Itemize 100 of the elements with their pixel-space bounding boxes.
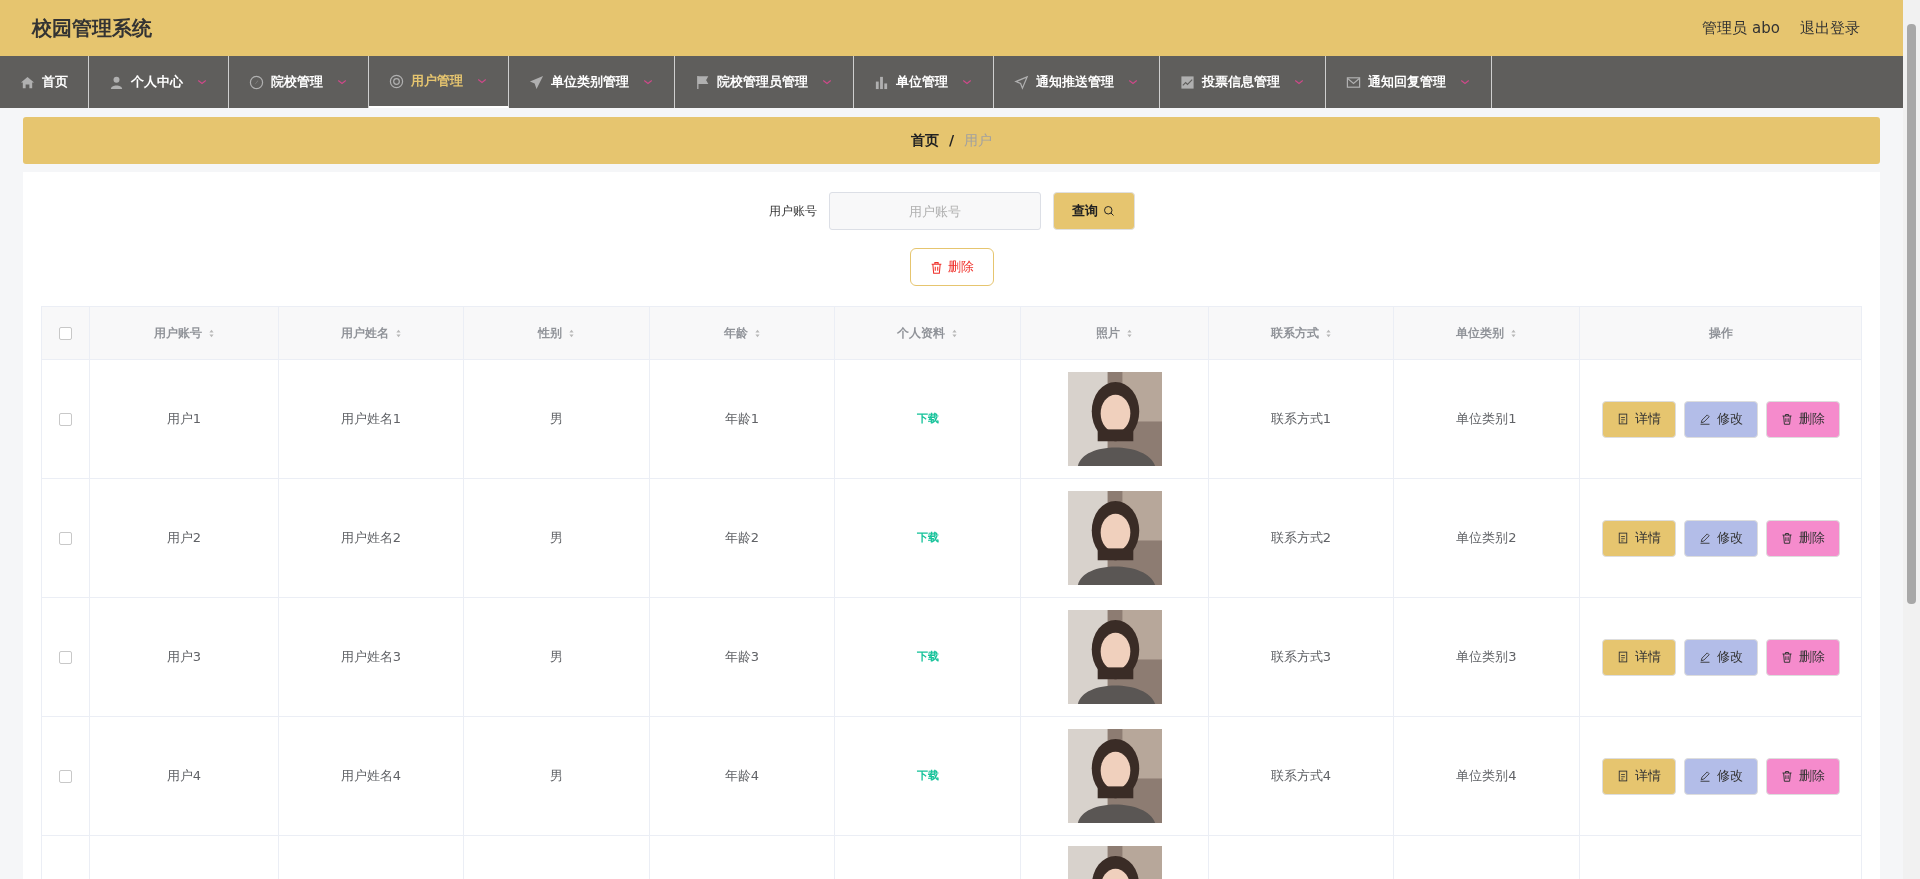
- trash-icon: [1780, 532, 1793, 544]
- compass-icon: [249, 74, 264, 90]
- person-icon: [109, 74, 124, 90]
- delete-button[interactable]: 删除: [1765, 757, 1840, 795]
- table-cell-text: 年龄1: [724, 410, 760, 429]
- table-cell-text: 男: [550, 648, 563, 667]
- sort-icon: [1126, 327, 1133, 339]
- sort-icon: [207, 327, 215, 339]
- sort-icon: [753, 327, 761, 339]
- checkbox[interactable]: [59, 531, 72, 545]
- column-header: 联系方式: [1270, 325, 1319, 342]
- detail-button[interactable]: 详情: [1601, 638, 1676, 676]
- nav-tab[interactable]: 通知回复管理: [1326, 56, 1492, 108]
- column-header: 操作: [1708, 325, 1733, 342]
- table-cell-text: 用户3: [166, 648, 202, 667]
- detail-button[interactable]: 详情: [1601, 519, 1676, 557]
- paper-plane-icon: [529, 74, 544, 90]
- table-cell-text: 用户姓名3: [340, 648, 402, 667]
- breadcrumb-item[interactable]: 首页: [910, 130, 939, 151]
- document-icon: [1616, 413, 1629, 425]
- column-header: 年龄: [723, 325, 748, 342]
- lifebuoy-icon: [389, 73, 404, 89]
- navigation-arrow-icon: [1014, 74, 1029, 90]
- scrollbar-thumb[interactable]: [1907, 24, 1916, 604]
- table-cell-text: 男: [550, 410, 563, 429]
- nav-tab[interactable]: 投票信息管理: [1160, 56, 1326, 108]
- table-cell-text: 用户姓名2: [340, 529, 402, 548]
- nav-tab[interactable]: 院校管理员管理: [675, 56, 854, 108]
- table-cell-text: 年龄2: [724, 529, 760, 548]
- edit-button[interactable]: 修改: [1683, 400, 1758, 438]
- delete-button[interactable]: 删除: [1765, 638, 1840, 676]
- nav-tab[interactable]: 用户管理: [369, 56, 509, 108]
- trash-icon: [1780, 651, 1793, 663]
- delete-button[interactable]: 删除: [1765, 400, 1840, 438]
- nav-tab[interactable]: 通知推送管理: [994, 56, 1160, 108]
- detail-button[interactable]: 详情: [1601, 400, 1676, 438]
- checkbox[interactable]: [59, 412, 72, 426]
- sort-icon: [1324, 327, 1332, 339]
- pencil-icon: [1698, 413, 1711, 425]
- pencil-icon: [1698, 651, 1711, 663]
- user-label: 管理员 abo: [1702, 17, 1780, 39]
- table-cell-text: 用户姓名4: [340, 767, 402, 786]
- table-cell-text: 年龄4: [724, 767, 760, 786]
- table-cell-text: 联系方式1: [1270, 410, 1332, 429]
- column-header: 性别: [538, 325, 562, 342]
- edit-button[interactable]: 修改: [1683, 757, 1758, 795]
- pencil-icon: [1698, 770, 1711, 782]
- column-header: 单位类别: [1456, 325, 1504, 342]
- trash-icon: [929, 260, 943, 274]
- table-cell-text: 男: [550, 767, 563, 786]
- field-label: 用户账号: [768, 203, 817, 220]
- table-cell-text: 用户2: [166, 529, 202, 548]
- table-cell-text: 用户姓名1: [340, 410, 402, 429]
- nav-tab[interactable]: 院校管理: [229, 56, 369, 108]
- table-cell-text: 单位类别1: [1456, 410, 1517, 429]
- document-icon: [1616, 532, 1629, 544]
- document-icon: [1616, 770, 1629, 782]
- delete-button[interactable]: 删除: [909, 248, 994, 286]
- column-header: 用户账号: [153, 325, 202, 342]
- nav-tab[interactable]: 个人中心: [89, 56, 229, 108]
- nav-tab[interactable]: 首页: [0, 56, 89, 108]
- table-cell-text: 单位类别3: [1456, 648, 1517, 667]
- document-icon: [1616, 651, 1629, 663]
- sort-icon: [394, 327, 402, 339]
- edit-button[interactable]: 修改: [1683, 638, 1758, 676]
- checkbox[interactable]: [59, 326, 72, 340]
- edit-button[interactable]: 修改: [1683, 519, 1758, 557]
- trash-icon: [1780, 770, 1793, 782]
- line-chart-icon: [1180, 74, 1195, 90]
- column-header: 照片: [1096, 325, 1120, 342]
- nav-tab[interactable]: 单位类别管理: [509, 56, 675, 108]
- table-cell-text: 单位类别4: [1456, 767, 1517, 786]
- checkbox[interactable]: [59, 769, 72, 783]
- table-cell-text: 联系方式3: [1270, 648, 1332, 667]
- breadcrumb-separator: /: [948, 131, 955, 150]
- table-cell-text: 联系方式4: [1270, 767, 1332, 786]
- column-header: 用户姓名: [340, 325, 389, 342]
- bar-chart-icon: [874, 74, 889, 90]
- search-field[interactable]: 用户账号: [828, 192, 1041, 230]
- detail-button[interactable]: 详情: [1601, 757, 1676, 795]
- sort-icon: [568, 327, 575, 339]
- table-cell-text: 联系方式2: [1270, 529, 1332, 548]
- breadcrumb-item: 用户: [964, 131, 993, 150]
- app-title: 校园管理系统: [32, 15, 152, 42]
- nav-tab[interactable]: 单位管理: [854, 56, 994, 108]
- logout-link[interactable]: 退出登录: [1800, 16, 1860, 40]
- table-cell-text: 用户1: [166, 410, 202, 429]
- sort-icon: [951, 327, 958, 339]
- table-cell-text: 年龄3: [724, 648, 760, 667]
- flag-icon: [695, 74, 710, 90]
- pencil-icon: [1698, 532, 1711, 544]
- search-button[interactable]: 查询: [1052, 192, 1135, 230]
- scrollbar[interactable]: [1903, 0, 1920, 879]
- checkbox[interactable]: [59, 650, 72, 664]
- table-cell-text: 男: [550, 529, 563, 548]
- home-icon: [20, 74, 35, 90]
- sort-icon: [1510, 327, 1517, 339]
- trash-icon: [1780, 413, 1793, 425]
- delete-button[interactable]: 删除: [1765, 519, 1840, 557]
- table-cell-text: 单位类别2: [1456, 529, 1517, 548]
